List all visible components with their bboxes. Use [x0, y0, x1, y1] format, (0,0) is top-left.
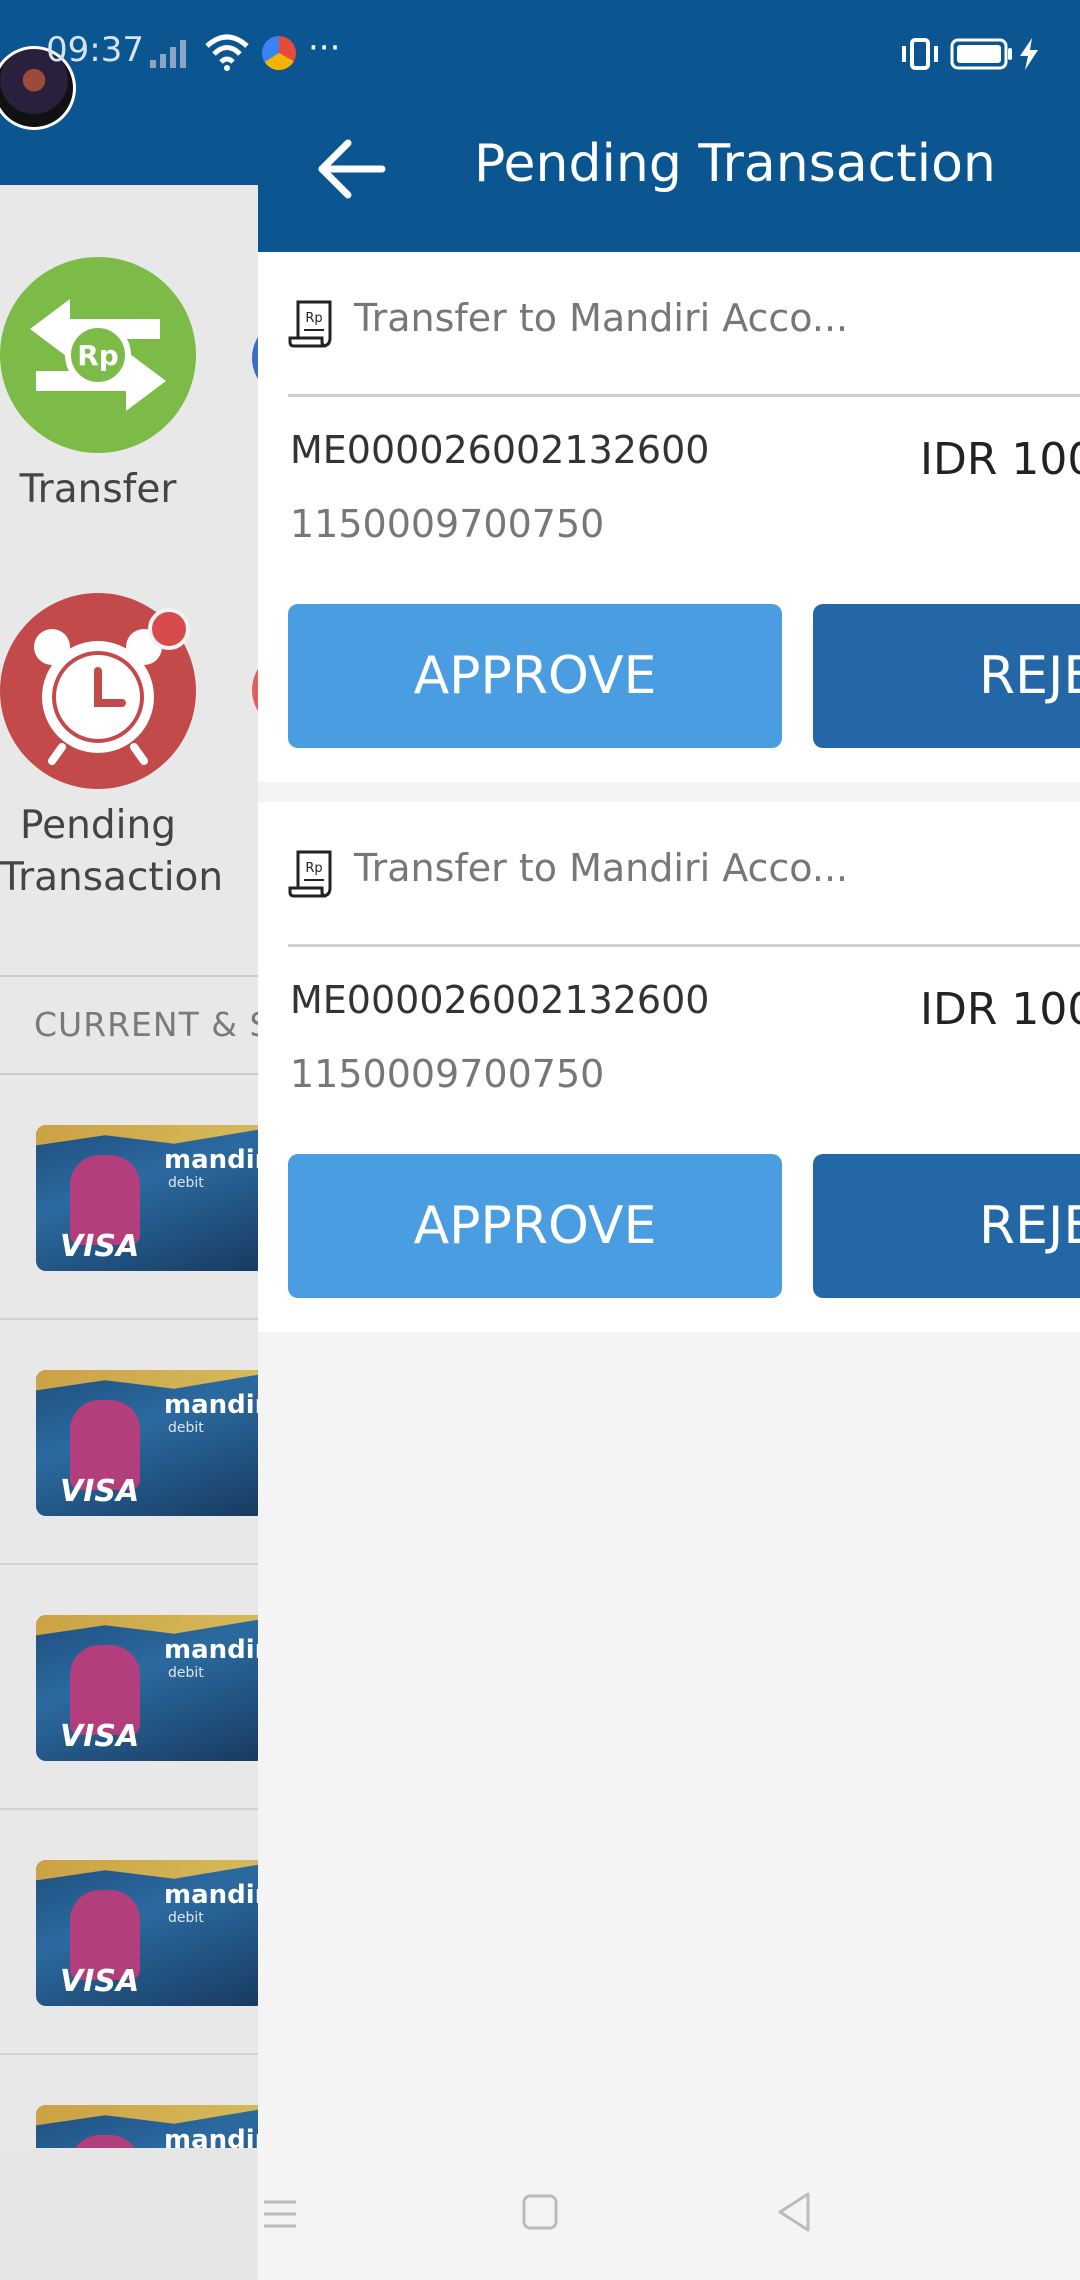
navigation-bar-left — [0, 2148, 258, 2280]
wifi-icon — [205, 34, 249, 71]
home-icon[interactable] — [520, 2192, 560, 2232]
receipt-icon: Rp — [288, 300, 332, 348]
page-title: Pending Transaction — [474, 134, 996, 194]
transaction-amount: IDR 100 — [920, 434, 1080, 485]
transfer-arrows-icon: Rp — [30, 299, 166, 411]
status-bar: 09:37 ··· — [0, 0, 1080, 110]
transaction-description: Transfer to Mandiri Acco... — [354, 296, 849, 340]
charging-bolt-icon — [1020, 38, 1038, 70]
account-list-item[interactable]: mandiri debit VISA — [0, 1075, 258, 1320]
accounts-section-header: CURRENT & S — [0, 975, 258, 1075]
receipt-icon: Rp — [288, 850, 332, 898]
account-number: 1150009700750 — [290, 1052, 605, 1096]
battery-icon — [950, 38, 1012, 70]
transaction-reference: ME000026002132600 — [290, 978, 710, 1022]
account-list-item[interactable]: mandiri debit VISA — [0, 1810, 258, 2055]
svg-text:Rp: Rp — [77, 339, 119, 372]
transaction-amount: IDR 100 — [920, 984, 1080, 1035]
back-arrow-icon[interactable] — [308, 134, 398, 204]
background-app: Rp Transfer Pending Transaction CURRENT … — [0, 0, 258, 2280]
transaction-card: Rp Transfer to Mandiri Acco... ME0000260… — [258, 802, 1080, 1332]
pending-transaction-menu-label: Pending Transaction — [0, 803, 224, 900]
svg-text:Rp: Rp — [305, 861, 322, 876]
transfer-menu-label: Transfer — [19, 467, 177, 512]
approve-button[interactable]: APPROVE — [288, 604, 782, 748]
approve-button[interactable]: APPROVE — [288, 1154, 782, 1298]
pending-transaction-panel: Pending Transaction Rp Transfer to Mandi… — [258, 0, 1080, 2148]
debit-card-image: mandiri debit VISA — [36, 1615, 258, 1761]
transaction-card: Rp Transfer to Mandiri Acco... ME0000260… — [258, 252, 1080, 782]
transfer-menu-icon[interactable]: Rp — [0, 257, 196, 453]
system-back-icon[interactable] — [774, 2190, 814, 2234]
transaction-reference: ME000026002132600 — [290, 428, 710, 472]
vibrate-icon — [902, 38, 938, 70]
svg-text:Rp: Rp — [305, 311, 322, 326]
account-list-item[interactable]: mandiri debit VISA — [0, 1320, 258, 1565]
notification-badge — [148, 608, 190, 650]
divider — [288, 394, 1080, 397]
cellular-signal-icon — [150, 40, 186, 68]
transaction-description: Transfer to Mandiri Acco... — [354, 846, 849, 890]
navigation-bar — [258, 2148, 1080, 2280]
reject-button[interactable]: REJE — [813, 1154, 1080, 1298]
debit-card-image: mandiri debit VISA — [36, 1860, 258, 2006]
more-notifications-icon: ··· — [308, 28, 341, 68]
account-number: 1150009700750 — [290, 502, 605, 546]
account-list-item[interactable]: mandiri debit VISA — [0, 1565, 258, 1810]
recent-apps-icon[interactable] — [260, 2194, 300, 2234]
debit-card-image: mandiri debit VISA — [36, 1125, 258, 1271]
status-time: 09:37 — [46, 30, 144, 70]
notification-app-icon — [262, 36, 296, 70]
reject-button[interactable]: REJE — [813, 604, 1080, 748]
section-title: CURRENT & S — [34, 1005, 258, 1044]
divider — [288, 944, 1080, 947]
debit-card-image: mandiri debit VISA — [36, 1370, 258, 1516]
